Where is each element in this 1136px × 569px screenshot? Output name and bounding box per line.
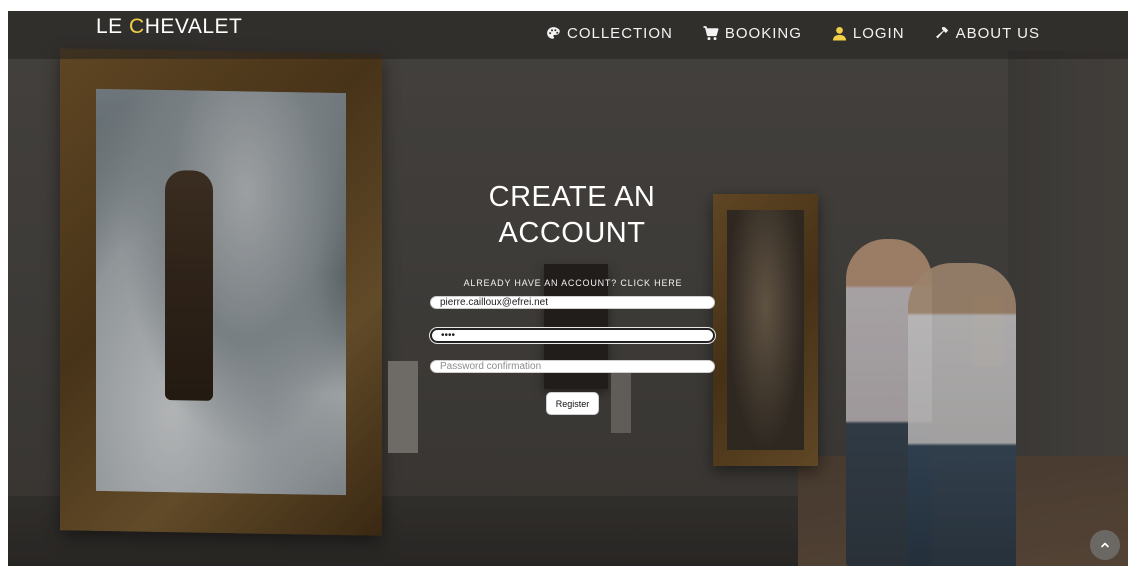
nav-item-booking[interactable]: BOOKING [703, 25, 802, 42]
page-frame: LE CHEVALET COLLECTION BOOKING LOGIN ABO… [8, 11, 1128, 566]
page-title: CREATE AN ACCOUNT [448, 179, 696, 251]
cart-icon [703, 26, 719, 41]
nav-item-collection[interactable]: COLLECTION [546, 25, 673, 42]
nav-item-login[interactable]: LOGIN [832, 25, 905, 42]
hammer-icon [935, 26, 950, 41]
scroll-top-button[interactable] [1090, 530, 1120, 560]
password-field[interactable] [430, 328, 715, 343]
brand-logo[interactable]: LE CHEVALET [96, 15, 242, 39]
chevron-up-icon [1100, 536, 1110, 554]
page-title-line: ACCOUNT [498, 217, 646, 249]
nav-label: COLLECTION [567, 25, 673, 42]
brand-text: LE [96, 15, 130, 38]
email-field[interactable] [430, 296, 715, 309]
register-button[interactable]: Register [546, 392, 599, 415]
login-link[interactable]: ALREADY HAVE AN ACCOUNT? CLICK HERE [428, 278, 718, 288]
main-nav: COLLECTION BOOKING LOGIN ABOUT US [546, 25, 1040, 42]
password-confirmation-field[interactable] [430, 360, 715, 373]
palette-icon [546, 26, 561, 41]
nav-label: BOOKING [724, 25, 802, 42]
background-overlay [8, 11, 1128, 566]
nav-label: LOGIN [852, 25, 905, 42]
nav-label: ABOUT US [955, 25, 1040, 42]
user-icon [832, 26, 847, 41]
brand-accent-letter: C [129, 15, 145, 38]
page-title-line: CREATE AN [488, 181, 656, 213]
nav-item-about-us[interactable]: ABOUT US [935, 25, 1040, 42]
navbar: LE CHEVALET COLLECTION BOOKING LOGIN ABO… [8, 11, 1128, 59]
brand-text: HEVALET [144, 15, 243, 38]
